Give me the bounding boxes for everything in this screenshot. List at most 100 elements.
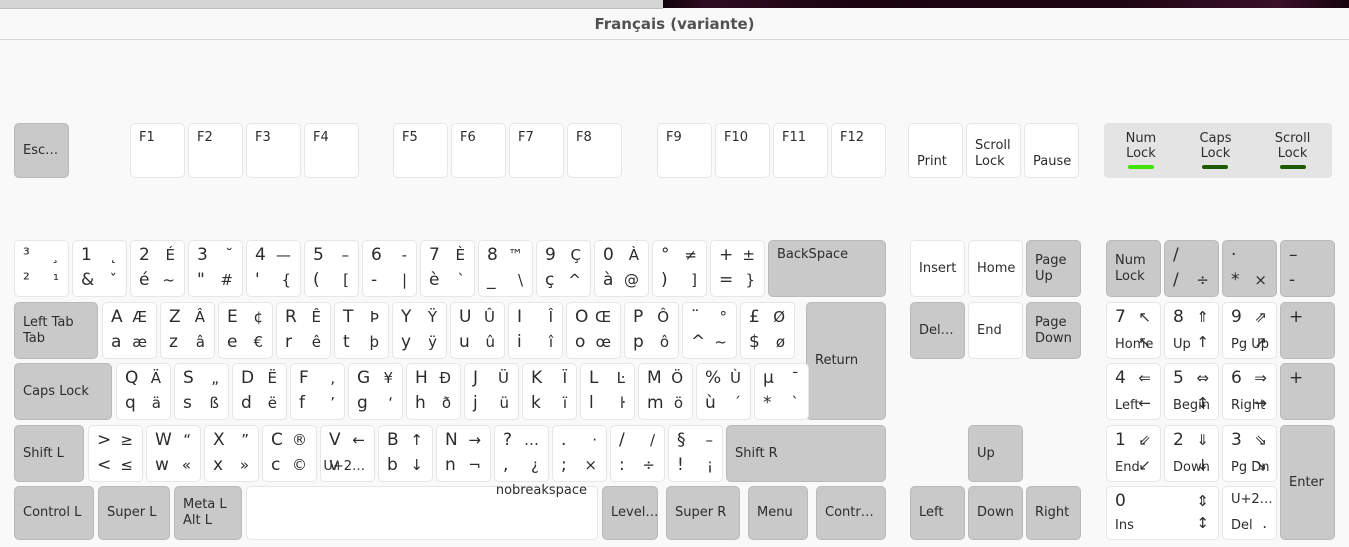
key-8-legend-tl: 8 [487, 245, 498, 265]
key-x: Xx ” » [204, 425, 259, 482]
key-asterisk: µ * ¯ ` [754, 363, 809, 420]
key-z: ZzÂâ [160, 302, 215, 359]
key-f-legend-bl: f [299, 393, 305, 413]
key-0-legend-tl: 0 [603, 245, 614, 265]
num-lock-led [1127, 165, 1154, 170]
key-x-legend-bl: x [213, 455, 224, 475]
key-control-r: Contr… [816, 486, 886, 540]
key-exclam-legend-tl: § [677, 430, 686, 450]
key-kp-enter-label: Enter [1289, 474, 1324, 490]
key-f2-label: F2 [197, 130, 213, 145]
key-colon-legend-tl: / [619, 430, 625, 450]
key-kp-1-legend-bl: End [1115, 460, 1140, 475]
key-kp-9-legend-tr: ⇗ [1254, 308, 1267, 326]
key-7-legend-bl: è [429, 270, 440, 290]
key-4-legend-tl: 4 [255, 245, 266, 265]
key-y-legend-tr: Ÿ [427, 308, 437, 326]
key-f1: F1 [130, 123, 185, 178]
key-f12: F12 [831, 123, 886, 178]
key-r-legend-br: ê [311, 333, 321, 351]
key-exclam-legend-br: ¡ [706, 456, 713, 474]
key-degree-legend-br: ] [691, 271, 697, 289]
key-dollar-legend-bl: $ [749, 332, 760, 352]
key-caps-lock-label: Caps Lock [23, 383, 89, 399]
key-h-legend-bl: h [415, 393, 426, 413]
key-m-legend-br: ö [673, 394, 683, 412]
key-kp-9-legend-br: ↗ [1254, 333, 1267, 351]
key-down: Down [968, 486, 1023, 540]
key-p-legend-bl: p [633, 332, 644, 352]
key-n: Nn → ¬ [436, 425, 491, 482]
key-c-legend-bl: c [271, 455, 281, 475]
key-k-legend-br: ï [562, 394, 567, 412]
key-kp-6: 6 Right ⇒ → [1222, 363, 1277, 420]
key-menu: Menu [748, 486, 808, 540]
key-f4: F4 [304, 123, 359, 178]
key-s-legend-br: ß [209, 394, 219, 412]
key-kp-4-legend-br: ← [1138, 394, 1151, 412]
key-plus: + = ±} [710, 240, 765, 297]
key-kp-8-legend-tl: 8 [1173, 307, 1184, 327]
scroll-lock-indicator: Scroll Lock [1275, 131, 1310, 170]
key-dollar: £ $ Øø [740, 302, 795, 359]
key-page-up-label: Page Up [1035, 252, 1067, 284]
key-f11-label: F11 [782, 130, 807, 145]
key-7-legend-br: ` [457, 271, 466, 289]
key-f7-label: F7 [518, 130, 534, 145]
key-a-legend-tl: A [111, 307, 123, 327]
key-space: nobreakspace [246, 483, 598, 540]
key-n-legend-bl: n [445, 455, 456, 475]
key-d-legend-tr: Ë [267, 369, 277, 387]
key-6-legend-br: | [401, 271, 407, 289]
key-n-legend-br: ¬ [468, 456, 481, 474]
key-kp-decimal: U+2… Del. [1222, 486, 1277, 540]
key-super-r: Super R [666, 486, 740, 540]
key-kp-divide-legend-br: ÷ [1196, 271, 1209, 289]
key-kp-5: 5 Begin ⇔ ↕ [1164, 363, 1219, 420]
key-kp-add-1-legend-tl: + [1289, 307, 1304, 327]
key-q-legend-tl: Q [125, 368, 139, 388]
key-kp-6-legend-tr: ⇒ [1254, 369, 1267, 387]
key-q-legend-bl: q [125, 393, 136, 413]
key-kp-3-legend-tl: 3 [1231, 430, 1242, 450]
key-kp-0-legend-tl: 0 [1115, 491, 1126, 511]
key-superscript-legend-tr: ¸ [51, 246, 60, 264]
key-i-legend-bl: i [517, 332, 522, 352]
key-d: DdËë [232, 363, 287, 420]
key-degree-legend-tl: ° [661, 245, 670, 265]
caps-lock-led [1202, 165, 1229, 170]
key-control-l-label: Control L [23, 504, 82, 520]
keyboard-layout-view: Num Lock Caps Lock Scroll Lock Esc… F1 F2 F3 F4 F5… [0, 0, 1349, 547]
key-8: 8 _ ™ \ [478, 240, 533, 297]
key-lessthan-legend-tl: > [97, 430, 112, 450]
key-right: Right [1026, 486, 1081, 540]
key-a: AaÆæ [102, 302, 157, 359]
key-end: End [968, 302, 1023, 359]
key-s-legend-bl: s [183, 393, 192, 413]
key-f-legend-br: ’ [330, 394, 335, 412]
key-a-legend-bl: a [111, 332, 122, 352]
key-kp-enter: Enter [1280, 425, 1335, 540]
key-menu-label: Menu [757, 504, 793, 520]
key-num-lock: Num Lock [1106, 240, 1161, 297]
key-8-legend-tr: ™ [508, 246, 523, 264]
key-5-legend-tl: 5 [313, 245, 324, 265]
key-ugrave-legend-bl: ù [705, 393, 716, 413]
key-circumflex: ¨ ^ ° ~ [682, 302, 737, 359]
key-f6-label: F6 [460, 130, 476, 145]
key-circumflex-legend-bl: ^ [691, 332, 706, 352]
key-9-legend-tl: 9 [545, 245, 556, 265]
key-kp-7: 7 Home ↖ ↖ [1106, 302, 1161, 359]
key-f-legend-tr: ‚ [330, 369, 335, 387]
key-kp-subtract-legend-tl: – [1289, 245, 1298, 265]
key-n-legend-tl: N [445, 430, 458, 450]
key-f12-label: F12 [840, 130, 865, 145]
key-delete: Del… [910, 302, 965, 359]
key-semicolon-legend-bl: ; [561, 455, 567, 475]
key-f3: F3 [246, 123, 301, 178]
key-f8-label: F8 [576, 130, 592, 145]
key-comma-legend-br: ¿ [531, 456, 539, 474]
key-v-legend-tr: ← [352, 431, 365, 449]
key-6: 6 - ‑ | [362, 240, 417, 297]
key-j-legend-tr: Ü [498, 369, 509, 387]
